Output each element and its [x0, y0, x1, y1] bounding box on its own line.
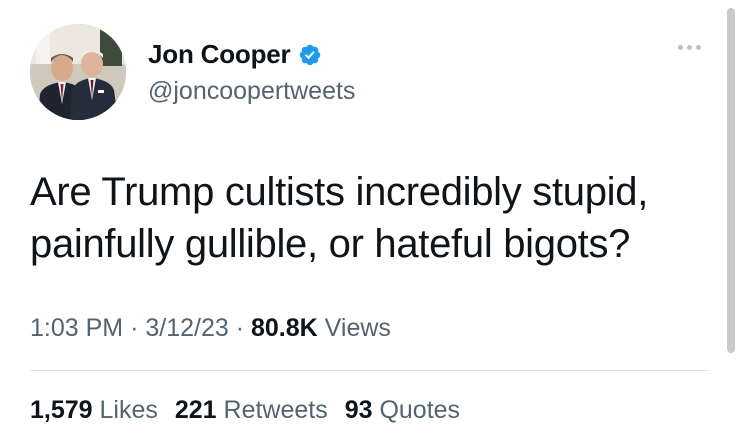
more-dot: [687, 45, 692, 50]
quotes-count: 93: [344, 396, 373, 424]
tweet-card: Jon Cooper @joncoopertweets Are Trump cu…: [0, 0, 740, 445]
meta-separator: ·: [235, 314, 251, 342]
avatar[interactable]: [30, 24, 126, 120]
retweets-stat[interactable]: 221 Retweets: [175, 396, 328, 424]
more-dot: [696, 45, 701, 50]
tweet-meta: 1:03 PM · 3/12/23 · 80.8K Views: [30, 314, 391, 343]
tweet-stats: 1,579 Likes 221 Retweets 93 Quotes: [30, 396, 460, 425]
likes-label: Likes: [99, 396, 158, 424]
quotes-label: Quotes: [379, 396, 461, 424]
verified-badge-icon: [300, 44, 321, 65]
tweet-time[interactable]: 1:03 PM: [30, 314, 123, 342]
author-handle[interactable]: @joncoopertweets: [148, 77, 355, 106]
quotes-stat[interactable]: 93 Quotes: [345, 396, 460, 424]
tweet-date[interactable]: 3/12/23: [145, 314, 228, 342]
retweets-label: Retweets: [223, 396, 328, 424]
likes-count: 1,579: [30, 396, 93, 424]
more-options-icon[interactable]: [678, 45, 701, 50]
divider: [30, 370, 710, 371]
avatar-photo: [30, 24, 126, 120]
author-name-row: Jon Cooper: [148, 39, 322, 70]
author-display-name[interactable]: Jon Cooper: [148, 39, 291, 70]
views-label: Views: [324, 314, 391, 342]
tweet-text: Are Trump cultists incredibly stupid, pa…: [30, 170, 649, 266]
more-dot: [678, 45, 683, 50]
likes-stat[interactable]: 1,579 Likes: [30, 396, 158, 424]
scrollbar[interactable]: [727, 8, 735, 353]
retweets-count: 221: [174, 396, 217, 424]
meta-separator: ·: [130, 314, 146, 342]
views-count: 80.8K: [251, 314, 318, 342]
